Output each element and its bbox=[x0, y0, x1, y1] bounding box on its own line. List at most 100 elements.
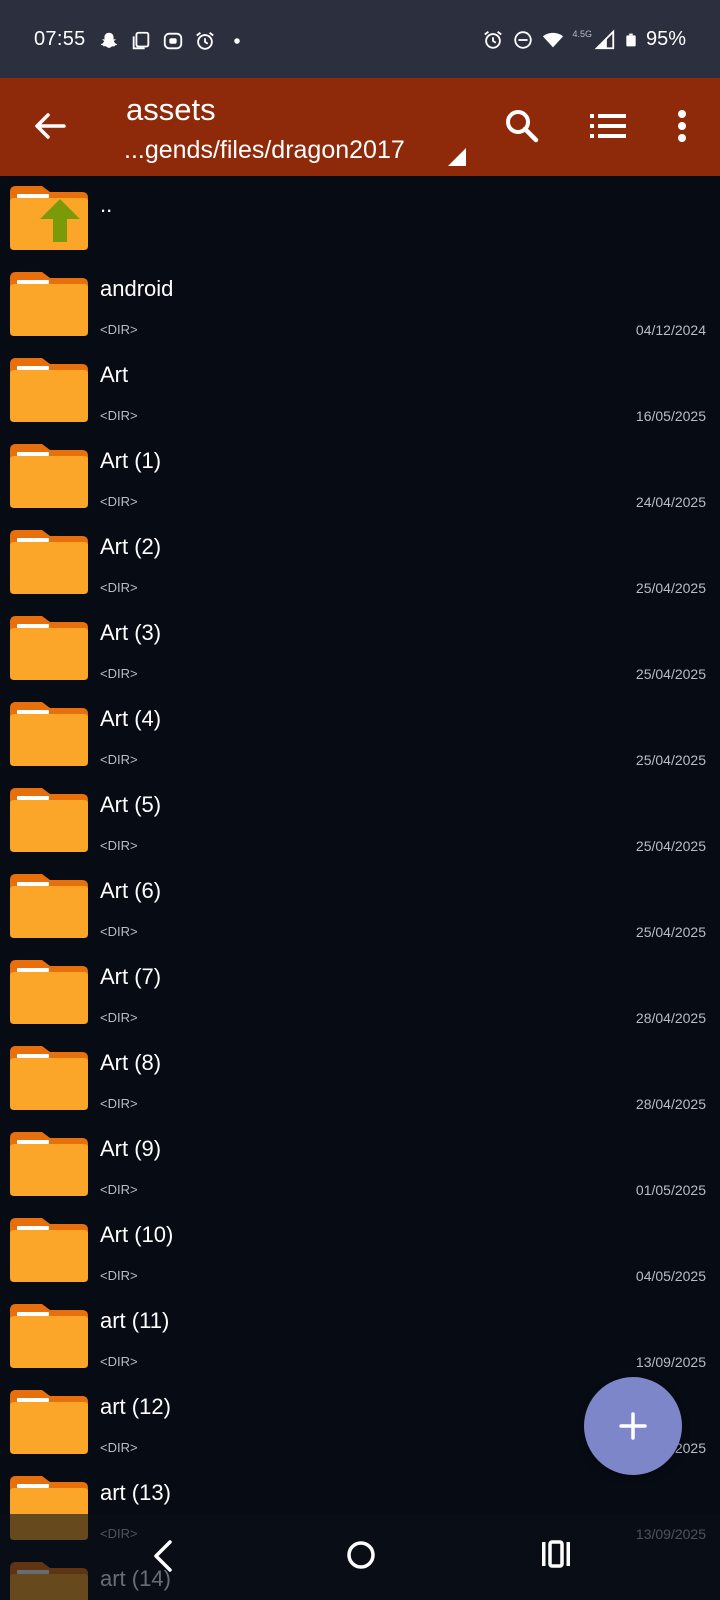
list-view-icon[interactable] bbox=[588, 106, 628, 146]
back-arrow-icon[interactable] bbox=[28, 104, 72, 148]
folder-row[interactable]: art (11) <DIR> 13/09/2025 bbox=[0, 1294, 720, 1380]
file-name: Art (7) bbox=[100, 964, 162, 989]
file-type: <DIR> bbox=[100, 494, 138, 509]
notification-icons bbox=[98, 30, 248, 52]
folder-path-selector[interactable]: ...gends/files/dragon2017 bbox=[124, 136, 405, 165]
battery-icon bbox=[626, 33, 636, 46]
file-name: Art (10) bbox=[100, 1222, 174, 1247]
file-name: Art (9) bbox=[100, 1136, 162, 1161]
dot-icon bbox=[234, 38, 240, 44]
file-date: 01/05/2025 bbox=[635, 1182, 706, 1198]
folder-icon bbox=[10, 1390, 88, 1454]
plus-icon bbox=[619, 1412, 647, 1440]
alarm-icon bbox=[196, 32, 214, 50]
file-date: 25/04/2025 bbox=[635, 666, 706, 682]
file-type: <DIR> bbox=[100, 408, 138, 423]
folder-row[interactable]: Art (10) <DIR> 04/05/2025 bbox=[0, 1208, 720, 1294]
wifi-icon bbox=[543, 32, 564, 47]
status-bar: 07:55 4.5G 95% bbox=[0, 0, 720, 78]
file-type: <DIR> bbox=[100, 752, 138, 767]
folder-title: assets bbox=[126, 92, 216, 127]
path-dropdown-icon[interactable] bbox=[448, 148, 466, 166]
folder-row[interactable]: android <DIR> 04/12/2024 bbox=[0, 262, 720, 348]
parent-folder-icon bbox=[10, 186, 88, 250]
file-date: 25/04/2025 bbox=[635, 838, 706, 854]
folder-icon bbox=[10, 358, 88, 422]
file-type: <DIR> bbox=[100, 1354, 138, 1369]
file-type: <DIR> bbox=[100, 1010, 138, 1025]
file-type: <DIR> bbox=[100, 1268, 138, 1283]
file-name: art (12) bbox=[100, 1394, 171, 1419]
file-name: Art (2) bbox=[100, 534, 162, 559]
file-date: 04/05/2025 bbox=[635, 1268, 706, 1284]
file-name: Art (1) bbox=[100, 448, 162, 473]
file-name: Art (8) bbox=[100, 1050, 162, 1075]
folder-icon bbox=[10, 272, 88, 336]
file-name: android bbox=[100, 276, 174, 301]
battery-percent: 95% bbox=[645, 28, 686, 50]
folder-icon bbox=[10, 530, 88, 594]
file-date: 25/04/2025 bbox=[635, 924, 706, 940]
folder-row[interactable]: Art (3) <DIR> 25/04/2025 bbox=[0, 606, 720, 692]
folder-icon bbox=[10, 1218, 88, 1282]
app-bar: assets ...gends/files/dragon2017 bbox=[0, 78, 720, 176]
system-icons: 4.5G 95% bbox=[482, 28, 686, 51]
file-date: 24/04/2025 bbox=[635, 494, 706, 510]
folder-row[interactable]: Art (2) <DIR> 25/04/2025 bbox=[0, 520, 720, 606]
search-icon[interactable] bbox=[502, 106, 542, 146]
bitmoji-icon bbox=[163, 32, 183, 50]
file-date: 25/04/2025 bbox=[635, 580, 706, 596]
nav-home-icon[interactable] bbox=[344, 1538, 378, 1572]
file-type: <DIR> bbox=[100, 580, 138, 595]
file-date: 25/04/2025 bbox=[635, 752, 706, 768]
folder-row[interactable]: Art (1) <DIR> 24/04/2025 bbox=[0, 434, 720, 520]
folder-row[interactable]: Art (7) <DIR> 28/04/2025 bbox=[0, 950, 720, 1036]
nav-back-icon[interactable] bbox=[148, 1536, 178, 1576]
status-time: 07:55 bbox=[34, 28, 86, 50]
nav-recents-icon[interactable] bbox=[540, 1536, 572, 1572]
add-button[interactable] bbox=[584, 1377, 682, 1475]
alarm-icon bbox=[484, 30, 503, 49]
file-name: Art (5) bbox=[100, 792, 162, 817]
folder-icon bbox=[10, 874, 88, 938]
file-type: <DIR> bbox=[100, 322, 138, 337]
file-date: 13/09/2025 bbox=[635, 1354, 706, 1370]
signal-icon bbox=[594, 29, 615, 49]
folder-row[interactable]: Art (6) <DIR> 25/04/2025 bbox=[0, 864, 720, 950]
folder-row[interactable]: Art <DIR> 16/05/2025 bbox=[0, 348, 720, 434]
copy-icon bbox=[132, 31, 150, 50]
more-vert-icon[interactable] bbox=[664, 106, 700, 146]
folder-icon bbox=[10, 788, 88, 852]
file-type: <DIR> bbox=[100, 838, 138, 853]
file-type: <DIR> bbox=[100, 1440, 138, 1455]
file-name: Art (6) bbox=[100, 878, 162, 903]
file-name: art (13) bbox=[100, 1480, 171, 1505]
folder-icon bbox=[10, 1132, 88, 1196]
folder-icon bbox=[10, 1304, 88, 1368]
folder-icon bbox=[10, 616, 88, 680]
folder-icon bbox=[10, 960, 88, 1024]
folder-row[interactable]: Art (4) <DIR> 25/04/2025 bbox=[0, 692, 720, 778]
navigation-bar bbox=[0, 1514, 720, 1600]
folder-icon bbox=[10, 702, 88, 766]
parent-directory-row[interactable]: .. bbox=[0, 176, 720, 262]
folder-row[interactable]: Art (8) <DIR> 28/04/2025 bbox=[0, 1036, 720, 1122]
snapchat-icon bbox=[100, 32, 118, 48]
file-name: .. bbox=[100, 192, 113, 217]
file-name: Art (3) bbox=[100, 620, 162, 645]
file-date: 04/12/2024 bbox=[635, 322, 706, 338]
folder-row[interactable]: Art (9) <DIR> 01/05/2025 bbox=[0, 1122, 720, 1208]
file-type: <DIR> bbox=[100, 1096, 138, 1111]
file-type: <DIR> bbox=[100, 1182, 138, 1197]
file-date: 16/05/2025 bbox=[635, 408, 706, 424]
folder-row[interactable]: Art (5) <DIR> 25/04/2025 bbox=[0, 778, 720, 864]
file-type: <DIR> bbox=[100, 924, 138, 939]
folder-icon bbox=[10, 1046, 88, 1110]
file-type: <DIR> bbox=[100, 666, 138, 681]
folder-icon bbox=[10, 444, 88, 508]
file-name: Art (4) bbox=[100, 706, 162, 731]
do-not-disturb-icon bbox=[514, 30, 533, 49]
network-type-label: 4.5G bbox=[572, 28, 592, 39]
file-name: Art bbox=[100, 362, 129, 387]
file-date: 28/04/2025 bbox=[635, 1096, 706, 1112]
